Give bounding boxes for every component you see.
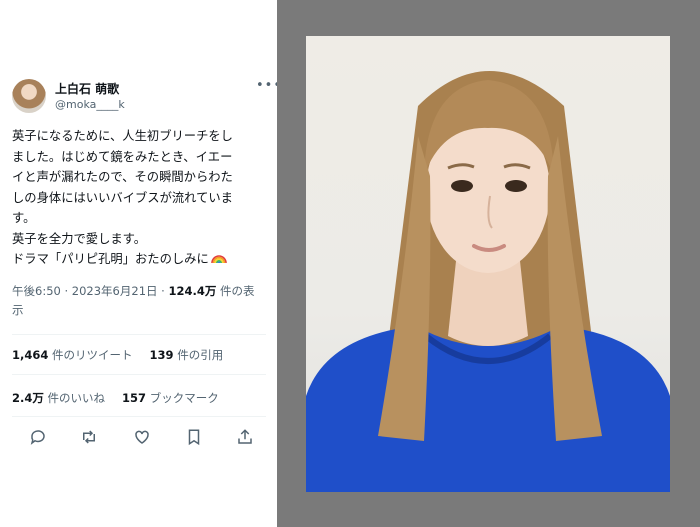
divider	[12, 334, 266, 335]
share-icon[interactable]	[236, 428, 256, 448]
divider	[12, 416, 266, 417]
tweet-text-line: イと声が漏れたので、その瞬間からわた	[12, 170, 233, 184]
tweet-meta: 午後6:50 · 2023年6月21日 · 124.4万 件の表 示	[12, 282, 270, 320]
portrait-photo[interactable]	[306, 36, 670, 492]
views-label-cont: 示	[12, 303, 24, 317]
bookmark-icon[interactable]	[185, 428, 205, 448]
retweet-icon[interactable]	[80, 428, 100, 448]
portrait-illustration	[306, 71, 670, 492]
action-bar	[12, 428, 266, 448]
quotes-label: 件の引用	[173, 348, 224, 362]
tweet-text-line-last: ドラマ「パリピ孔明」おたのしみに	[12, 249, 270, 270]
tweet-text-last: ドラマ「パリピ孔明」おたのしみに	[12, 252, 209, 266]
avatar[interactable]	[12, 79, 46, 113]
tweet-text-line: す。	[12, 211, 36, 225]
like-icon[interactable]	[133, 428, 153, 448]
author-handle[interactable]: @moka____k	[55, 98, 125, 111]
like-stats[interactable]: 2.4万 件のいいね 157 ブックマーク	[12, 390, 219, 406]
bookmarks-count: 157	[122, 391, 147, 405]
tweet-text-line: ました。はじめて鏡をみたとき、イエー	[12, 149, 233, 164]
tweet-text: 英子になるために、人生初ブリーチをし ました。はじめて鏡をみたとき、イエー イと…	[12, 126, 270, 270]
rainbow-emoji	[210, 255, 227, 264]
views-label: 件の表	[216, 284, 255, 298]
tweet-text-line: 英子を全力で愛します。	[12, 231, 147, 246]
bookmarks-label: ブックマーク	[146, 391, 219, 405]
reply-icon[interactable]	[29, 428, 49, 448]
retweets-count: 1,464	[12, 348, 49, 362]
likes-label: 件のいいね	[43, 391, 106, 405]
retweet-stats[interactable]: 1,464 件のリツイート 139 件の引用	[12, 347, 223, 363]
tweet-text-line: しの身体にはいいバイブスが流れていま	[12, 190, 233, 205]
timestamp[interactable]: 午後6:50 · 2023年6月21日 ·	[12, 284, 168, 298]
tweet-text-line: 英子になるために、人生初ブリーチをし	[12, 129, 233, 143]
likes-count: 2.4万	[12, 391, 44, 405]
tweet-card: 上白石 萌歌 @moka____k ••• 英子になるために、人生初ブリーチをし…	[0, 0, 281, 527]
retweets-label: 件のリツイート	[48, 348, 133, 362]
divider	[12, 374, 266, 375]
photo-panel	[277, 0, 700, 527]
quotes-count: 139	[149, 348, 174, 362]
views-count: 124.4万	[168, 284, 217, 298]
author-name[interactable]: 上白石 萌歌	[55, 80, 119, 97]
